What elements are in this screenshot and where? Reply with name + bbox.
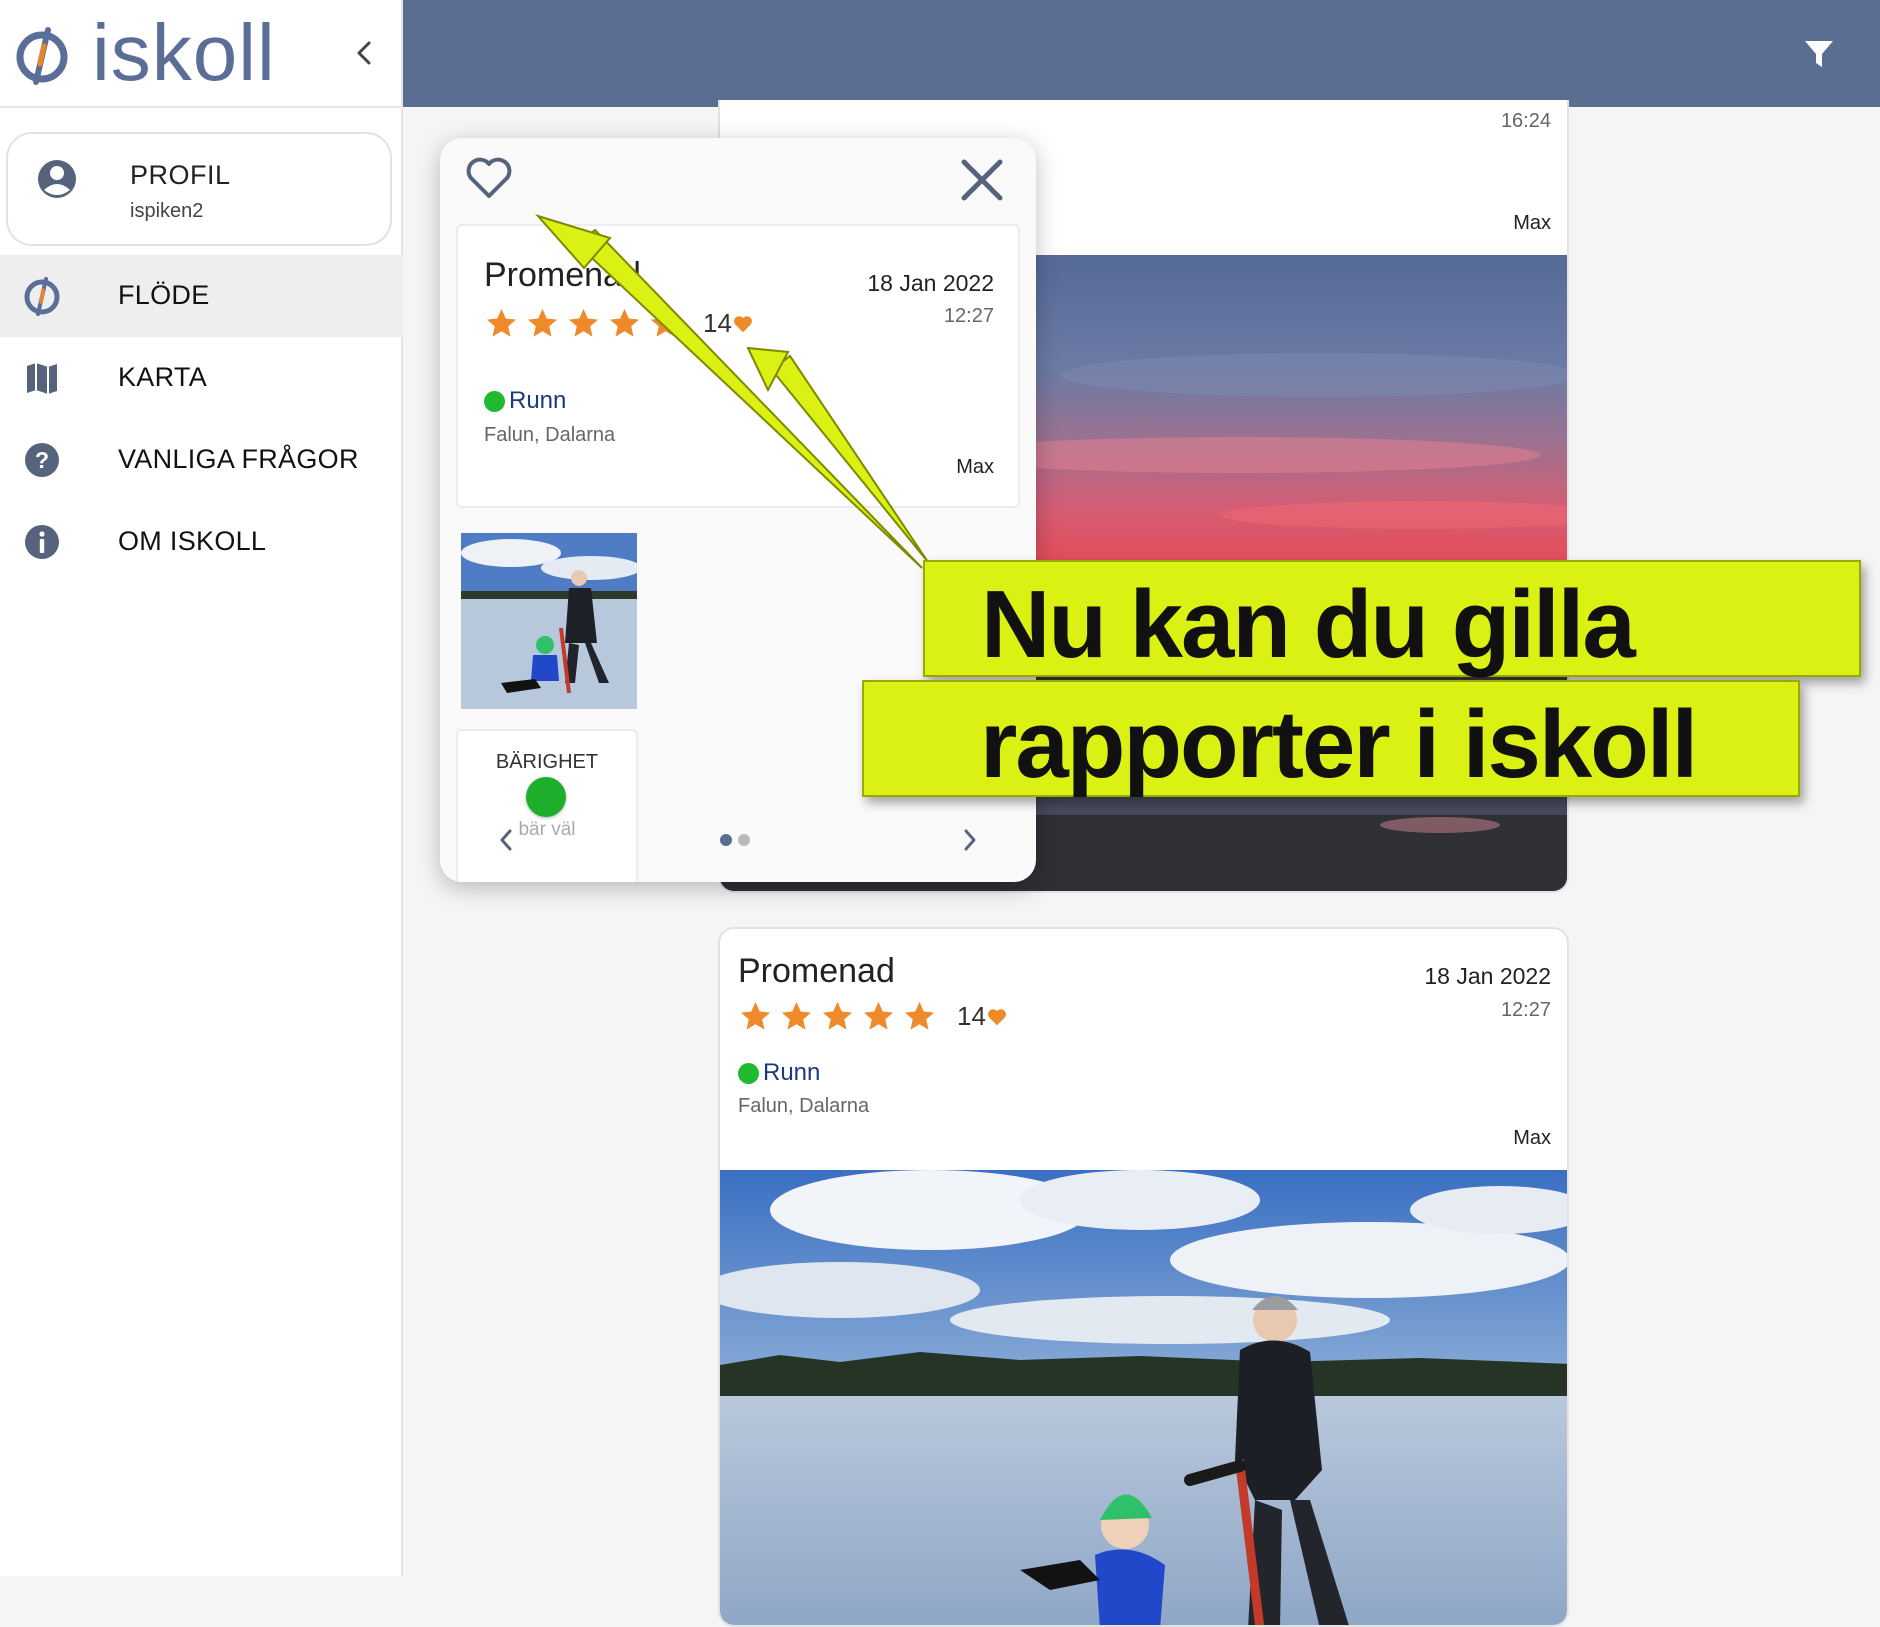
report-location: Falun, Dalarna	[738, 1095, 870, 1117]
likes-count: 14	[703, 308, 732, 338]
help-icon: ?	[25, 443, 59, 477]
sidebar: iskoll PROFIL ispiken2 FLÖDE KARTA ? VAN…	[0, 0, 403, 1576]
rating-stars: 14	[484, 306, 754, 341]
chevron-left-icon[interactable]	[352, 38, 376, 68]
report-date: 18 Jan 2022	[867, 270, 994, 296]
report-title: Promenad	[484, 256, 641, 294]
star-icon	[863, 1001, 894, 1030]
report-location: Falun, Dalarna	[484, 424, 616, 446]
chevron-right-icon[interactable]	[960, 826, 980, 854]
report-time: 12:27	[1500, 999, 1551, 1021]
report-photo-thumbnail[interactable]	[461, 533, 637, 709]
top-app-bar	[403, 0, 1880, 107]
star-icon	[822, 1001, 853, 1030]
nav-item-om-iskoll[interactable]: OM ISKOLL	[0, 501, 403, 583]
nav-label: KARTA	[118, 362, 208, 392]
account-circle-icon	[38, 160, 76, 198]
map-icon	[27, 363, 57, 394]
star-icon	[650, 308, 681, 337]
ice-status: Runn	[738, 1059, 820, 1087]
pager-dot[interactable]	[738, 834, 750, 846]
star-icon	[568, 308, 599, 337]
report-title: Promenad	[738, 952, 895, 990]
star-icon	[486, 308, 517, 337]
filter-icon[interactable]	[1803, 38, 1835, 70]
report-time: 12:27	[943, 305, 994, 327]
star-icon	[781, 1001, 812, 1030]
status-label: Runn	[763, 1059, 821, 1086]
report-user: Max	[1513, 1127, 1551, 1149]
nav-item-flode[interactable]: FLÖDE	[0, 255, 403, 337]
report-summary: Promenad 18 Jan 2022 12:27 14 Runn Falun…	[456, 224, 1020, 508]
rating-stars: 14	[738, 999, 1008, 1034]
status-dot	[484, 390, 505, 412]
bearing-value: bär väl	[518, 819, 576, 840]
star-icon	[904, 1001, 935, 1030]
bearing-panel: BÄRIGHET bär väl	[456, 729, 638, 882]
brand-header: iskoll	[0, 0, 403, 108]
promo-banner-line-2: rapporter i iskoll	[862, 680, 1800, 797]
nav-label: FLÖDE	[118, 280, 210, 310]
report-card[interactable]: Promenad 18 Jan 2022 12:27 14 Runn Falun…	[718, 927, 1569, 1627]
pager-dots	[720, 834, 750, 846]
bearing-indicator	[526, 777, 566, 817]
ice-status: Runn	[484, 387, 566, 415]
star-icon	[527, 308, 558, 337]
nav-item-vanliga-fragor[interactable]: ? VANLIGA FRÅGOR	[0, 419, 403, 501]
profile-card[interactable]: PROFIL ispiken2	[6, 132, 392, 246]
heart-outline-icon[interactable]	[465, 156, 513, 200]
star-icon	[609, 308, 640, 337]
iskoll-logo-icon	[24, 277, 60, 316]
pager-dot[interactable]	[720, 834, 732, 846]
app-name: iskoll	[92, 8, 276, 97]
report-user: Max	[1513, 212, 1551, 234]
report-user: Max	[956, 456, 994, 478]
svg-text:?: ?	[35, 447, 49, 473]
heart-filled-icon	[987, 1008, 1006, 1025]
promo-banner-line-1: Nu kan du gilla	[923, 560, 1861, 677]
info-icon	[25, 525, 59, 559]
nav-item-karta[interactable]: KARTA	[0, 337, 403, 419]
nav-label: VANLIGA FRÅGOR	[118, 444, 359, 474]
chevron-left-icon[interactable]	[496, 826, 516, 854]
nav-label: OM ISKOLL	[118, 526, 267, 556]
heart-filled-icon	[733, 315, 752, 332]
status-dot	[738, 1062, 759, 1084]
report-photo-ice[interactable]	[720, 1170, 1569, 1627]
status-label: Runn	[509, 387, 567, 414]
profile-username: ispiken2	[130, 200, 204, 222]
report-time: 16:24	[1500, 110, 1551, 132]
close-icon[interactable]	[960, 158, 1004, 202]
iskoll-logo-icon	[16, 27, 68, 85]
bearing-label: BÄRIGHET	[495, 751, 599, 773]
star-icon	[740, 1001, 771, 1030]
profile-heading: PROFIL	[130, 160, 231, 190]
likes-count: 14	[957, 1001, 986, 1031]
report-date: 18 Jan 2022	[1424, 963, 1551, 989]
